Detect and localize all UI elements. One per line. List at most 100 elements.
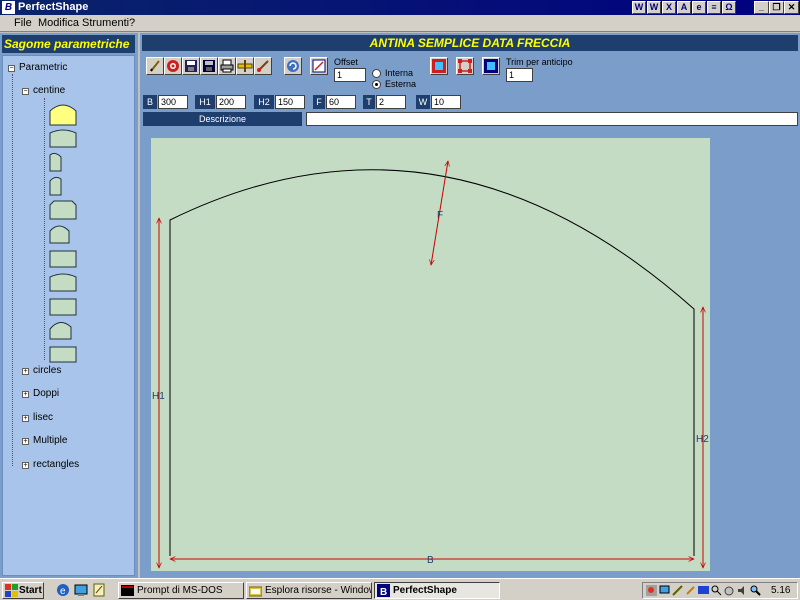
shape-drawing: F H1 H2 B bbox=[152, 138, 709, 571]
radio-interna[interactable] bbox=[372, 69, 381, 78]
tray-magnifier-icon[interactable] bbox=[750, 585, 761, 596]
param-b-input[interactable]: 300 bbox=[158, 95, 188, 109]
access-icon[interactable]: A bbox=[677, 1, 691, 14]
print-icon bbox=[220, 59, 234, 73]
print-button[interactable] bbox=[218, 57, 236, 75]
thumb-shape[interactable] bbox=[49, 250, 77, 268]
param-h1-label: H1 bbox=[195, 95, 215, 109]
target-button[interactable] bbox=[164, 57, 182, 75]
collapse-icon[interactable]: − bbox=[22, 88, 29, 95]
desktop-quicklaunch-icon[interactable] bbox=[74, 583, 88, 597]
shape-outline bbox=[169, 169, 695, 556]
task-explorer[interactable]: Esplora risorse - Windows bbox=[246, 582, 372, 599]
expand-icon[interactable]: + bbox=[22, 438, 29, 445]
office-icon[interactable]: Ω bbox=[722, 1, 736, 14]
save-as-button[interactable] bbox=[200, 57, 218, 75]
tree-item-centine[interactable]: centine bbox=[33, 85, 65, 97]
tree-line bbox=[44, 98, 45, 360]
rotate-button[interactable] bbox=[284, 57, 302, 75]
save-icon bbox=[185, 60, 197, 72]
ie-icon[interactable]: e bbox=[692, 1, 706, 14]
thumb-shape[interactable] bbox=[49, 346, 77, 363]
thumb-shape[interactable] bbox=[49, 176, 62, 196]
excel-icon[interactable]: X bbox=[662, 1, 676, 14]
task-ms-dos[interactable]: Prompt di MS-DOS bbox=[118, 582, 244, 599]
tray-volume-icon[interactable] bbox=[737, 585, 748, 596]
target-icon bbox=[167, 60, 179, 72]
tree-item-circles[interactable]: circles bbox=[33, 365, 61, 377]
expand-icon[interactable]: + bbox=[22, 391, 29, 398]
ie-quicklaunch-icon[interactable]: e bbox=[56, 583, 70, 597]
menu-file[interactable]: File bbox=[14, 17, 32, 30]
start-button[interactable]: Start bbox=[2, 582, 44, 599]
tray-app-icon[interactable] bbox=[646, 585, 657, 596]
rotate-icon bbox=[287, 60, 299, 72]
restore-button[interactable]: ❐ bbox=[769, 1, 784, 14]
param-f-input[interactable]: 60 bbox=[326, 95, 356, 109]
close-button[interactable]: ✕ bbox=[784, 1, 799, 14]
radio-esterna[interactable] bbox=[372, 80, 381, 89]
resize-button[interactable] bbox=[456, 57, 474, 75]
param-t-input[interactable]: 2 bbox=[376, 95, 406, 109]
collapse-icon[interactable]: − bbox=[8, 65, 15, 72]
offset-button[interactable] bbox=[310, 57, 328, 75]
office-bar-icon[interactable]: W bbox=[632, 1, 646, 14]
channel-quicklaunch-icon[interactable] bbox=[92, 583, 106, 597]
menu-bar: File Modifica Strumenti ? bbox=[0, 15, 800, 32]
tray-search-icon[interactable] bbox=[711, 585, 722, 596]
minimize-button[interactable]: _ bbox=[754, 1, 769, 14]
menu-help[interactable]: ? bbox=[129, 17, 135, 30]
param-b-label: B bbox=[143, 95, 157, 109]
tray-network-icon[interactable] bbox=[659, 585, 670, 596]
menu-tools[interactable]: Strumenti bbox=[82, 17, 129, 30]
tree-item-lisec[interactable]: lisec bbox=[33, 412, 53, 424]
trim-input[interactable]: 1 bbox=[506, 68, 533, 82]
outlook-icon[interactable]: ≡ bbox=[707, 1, 721, 14]
ruler-button[interactable] bbox=[236, 57, 254, 75]
tree-item-rectangles[interactable]: rectangles bbox=[33, 459, 79, 471]
tree-line bbox=[12, 74, 13, 466]
tree-item-parametric[interactable]: Parametric bbox=[19, 62, 67, 74]
dim-b-label: B bbox=[427, 555, 434, 566]
brush-icon bbox=[257, 60, 269, 72]
param-h2-input[interactable]: 150 bbox=[275, 95, 305, 109]
tray-pen-icon[interactable] bbox=[685, 585, 696, 596]
pencil-button[interactable] bbox=[146, 57, 164, 75]
offset-input[interactable]: 1 bbox=[334, 68, 366, 82]
clock[interactable]: 5.16 bbox=[771, 585, 790, 597]
trim-button[interactable] bbox=[482, 57, 500, 75]
expand-icon[interactable]: + bbox=[22, 462, 29, 469]
expand-icon[interactable]: + bbox=[22, 368, 29, 375]
tray-monitor-icon[interactable] bbox=[698, 585, 709, 596]
tray-tools-icon[interactable] bbox=[672, 585, 683, 596]
shape-thumbnails bbox=[49, 104, 77, 363]
description-input[interactable] bbox=[306, 112, 798, 126]
tree-item-doppi[interactable]: Doppi bbox=[33, 388, 59, 400]
thumb-shape[interactable] bbox=[49, 129, 77, 148]
thumb-shape[interactable] bbox=[49, 322, 72, 340]
app-icon[interactable]: B bbox=[2, 1, 15, 14]
tree-item-multiple[interactable]: Multiple bbox=[33, 435, 67, 447]
param-h1-input[interactable]: 200 bbox=[216, 95, 246, 109]
windows-logo-icon bbox=[5, 584, 18, 597]
tray-disk-icon[interactable] bbox=[724, 585, 735, 596]
thumb-shape[interactable] bbox=[49, 273, 77, 292]
thumb-shape[interactable] bbox=[49, 200, 77, 220]
svg-text:e: e bbox=[60, 586, 66, 597]
thumb-arch-selected[interactable] bbox=[49, 104, 77, 126]
shape-fill-button[interactable] bbox=[430, 57, 448, 75]
thumb-shape[interactable] bbox=[49, 152, 62, 172]
param-w-input[interactable]: 10 bbox=[431, 95, 461, 109]
title-bar: B PerfectShape W W X A e ≡ Ω _ ❐ ✕ bbox=[0, 0, 800, 15]
word-icon[interactable]: W bbox=[647, 1, 661, 14]
thumb-shape[interactable] bbox=[49, 225, 70, 244]
brush-button[interactable] bbox=[254, 57, 272, 75]
task-perfectshape[interactable]: B PerfectShape bbox=[374, 582, 500, 599]
menu-edit[interactable]: Modifica bbox=[38, 17, 79, 30]
thumb-shape[interactable] bbox=[49, 298, 77, 316]
sidebar-title: Sagome parametriche bbox=[2, 35, 135, 53]
drawing-canvas[interactable]: F H1 H2 B bbox=[150, 137, 711, 572]
fill-shape-icon bbox=[432, 59, 446, 73]
save-button[interactable] bbox=[182, 57, 200, 75]
expand-icon[interactable]: + bbox=[22, 415, 29, 422]
